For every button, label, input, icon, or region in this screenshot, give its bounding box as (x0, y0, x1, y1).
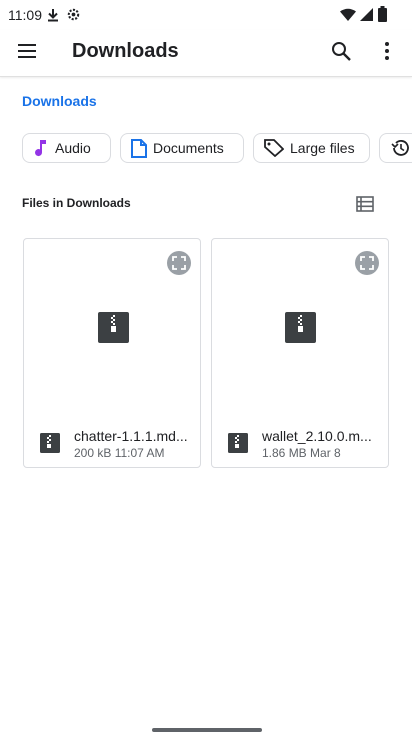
file-card[interactable]: wallet_2.10.0.m... 1.86 MB Mar 8 (211, 238, 389, 468)
file-card[interactable]: chatter-1.1.1.md... 200 kB 11:07 AM (23, 238, 201, 468)
download-icon (46, 8, 60, 27)
page-title: Downloads (72, 40, 179, 62)
archive-zip-icon (98, 312, 129, 348)
archive-zip-icon (40, 433, 60, 458)
preview-expand-icon[interactable] (354, 250, 380, 281)
file-meta: 1.86 MB Mar 8 (262, 446, 341, 460)
search-icon[interactable] (330, 40, 352, 67)
app-bar: Downloads (0, 30, 412, 77)
chip-large-files-label: Large files (290, 140, 355, 156)
battery-icon (378, 6, 387, 27)
chip-large-files[interactable]: Large files (253, 133, 370, 163)
chip-recent[interactable] (379, 133, 412, 163)
chip-documents-label: Documents (153, 140, 224, 156)
preview-expand-icon[interactable] (166, 250, 192, 281)
wifi-icon (340, 8, 356, 26)
list-view-icon[interactable] (355, 195, 375, 218)
status-time: 11:09 (8, 7, 42, 23)
gesture-nav-handle[interactable] (152, 728, 262, 732)
settings-gear-icon (66, 7, 81, 27)
document-icon (131, 138, 147, 158)
label-tag-icon (264, 139, 284, 157)
chip-audio[interactable]: Audio (22, 133, 111, 163)
music-note-icon (35, 140, 46, 157)
history-icon (391, 140, 409, 156)
file-name: wallet_2.10.0.m... (262, 428, 372, 444)
section-title: Files in Downloads (22, 196, 131, 210)
cell-signal-icon (360, 8, 373, 26)
file-meta: 200 kB 11:07 AM (74, 446, 165, 460)
menu-icon[interactable] (16, 42, 38, 60)
chip-audio-label: Audio (55, 140, 91, 156)
chip-documents[interactable]: Documents (120, 133, 244, 163)
breadcrumb-downloads[interactable]: Downloads (22, 93, 97, 109)
archive-zip-icon (228, 433, 248, 458)
archive-zip-icon (285, 312, 316, 348)
more-vert-icon[interactable] (380, 40, 394, 67)
file-name: chatter-1.1.1.md... (74, 428, 188, 444)
status-bar: 11:09 (0, 0, 412, 30)
